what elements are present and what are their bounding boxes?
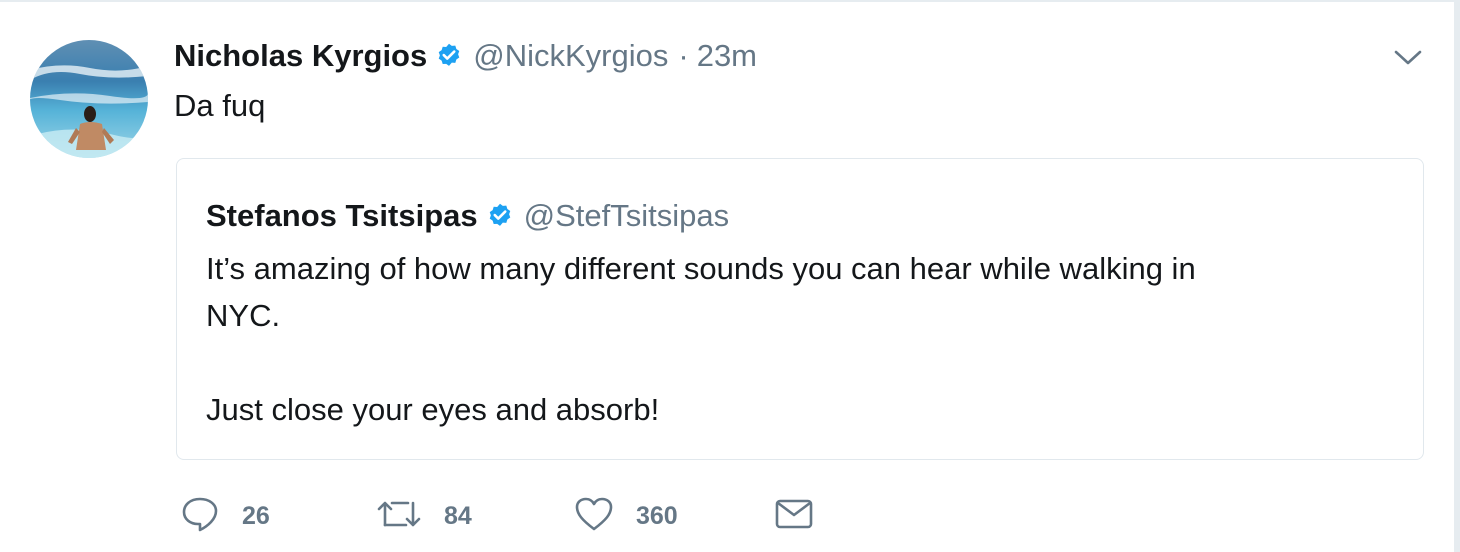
reply-icon xyxy=(180,495,220,538)
author-handle[interactable]: @NickKyrgios xyxy=(473,36,668,76)
quoted-tweet[interactable]: Stefanos Tsitsipas @StefTsitsipas It’s a… xyxy=(176,158,1424,460)
quoted-text-line: It’s amazing of how many different sound… xyxy=(206,251,1196,286)
retweet-count: 84 xyxy=(444,501,472,530)
tweet-text: Da fuq xyxy=(174,88,266,123)
separator-dot: · xyxy=(678,38,689,73)
quoted-tweet-header: Stefanos Tsitsipas @StefTsitsipas xyxy=(206,196,729,236)
direct-message-button[interactable] xyxy=(774,496,814,536)
quoted-text-line: Just close your eyes and absorb! xyxy=(206,392,660,427)
retweet-button[interactable]: 84 xyxy=(376,496,574,536)
direct-message-icon xyxy=(774,495,814,538)
like-button[interactable]: 360 xyxy=(574,496,774,536)
timeline-border xyxy=(1454,2,1460,552)
quoted-text-line: NYC. xyxy=(206,298,281,333)
reply-count: 26 xyxy=(242,501,270,530)
like-count: 360 xyxy=(636,501,678,530)
quoted-author-handle: @StefTsitsipas xyxy=(523,198,730,233)
tweet-actions: 26 84 360 xyxy=(180,496,814,536)
author-name[interactable]: Nicholas Kyrgios xyxy=(174,36,427,76)
quoted-text-blank-line xyxy=(206,339,1366,386)
reply-button[interactable]: 26 xyxy=(180,496,376,536)
avatar[interactable] xyxy=(30,40,148,158)
verified-badge-icon xyxy=(435,42,463,70)
retweet-icon xyxy=(376,495,422,538)
tweet-timestamp[interactable]: 23m xyxy=(697,36,757,76)
tweet-card: Nicholas Kyrgios @NickKyrgios · 23m Da f… xyxy=(0,0,1460,552)
chevron-down-icon[interactable] xyxy=(1388,44,1428,72)
like-icon xyxy=(574,495,614,538)
tweet-header: Nicholas Kyrgios @NickKyrgios · 23m xyxy=(174,36,757,76)
verified-badge-icon xyxy=(486,202,514,230)
quoted-author-name: Stefanos Tsitsipas xyxy=(206,198,478,233)
quoted-tweet-text: It’s amazing of how many different sound… xyxy=(206,245,1366,433)
